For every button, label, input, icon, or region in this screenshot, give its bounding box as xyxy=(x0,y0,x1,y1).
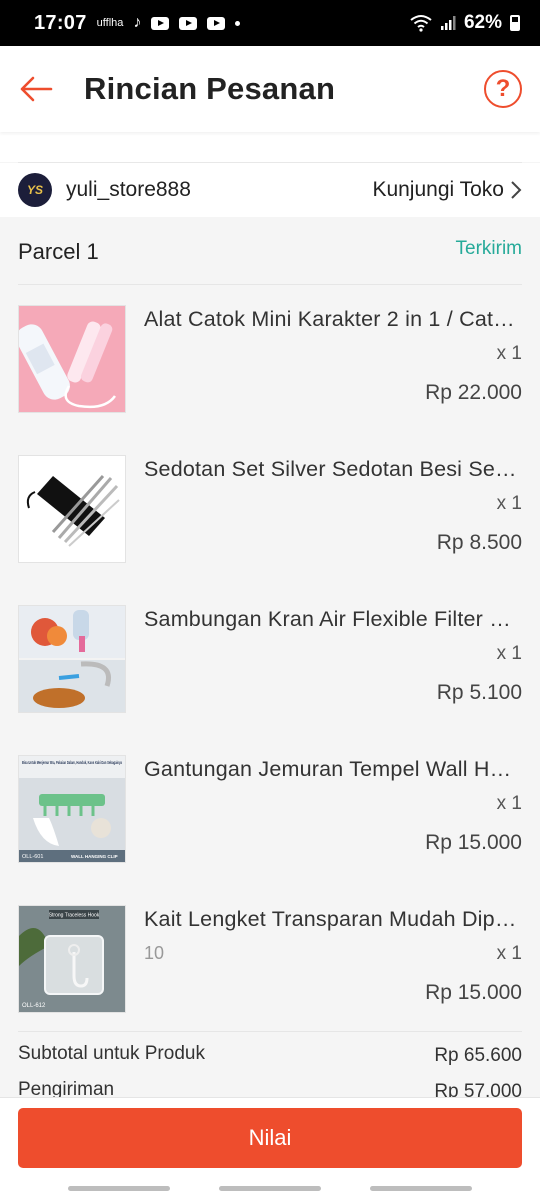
parcel-status: Terkirim xyxy=(455,238,523,259)
parcel-header: Parcel 1 Terkirim xyxy=(18,217,522,285)
visit-shop-label: Kunjungi Toko xyxy=(372,178,504,201)
status-time: 17:07 xyxy=(34,11,87,34)
subtotal-value: Rp 65.600 xyxy=(434,1045,522,1066)
youtube-icon xyxy=(151,16,170,30)
youtube-icon xyxy=(207,16,226,30)
shop-row[interactable]: YS yuli_store888 Kunjungi Toko xyxy=(0,163,540,217)
help-icon: ? xyxy=(495,75,511,102)
back-arrow-icon xyxy=(20,76,53,102)
product-price: Rp 8.500 xyxy=(436,531,522,554)
app-header: Rincian Pesanan ? xyxy=(0,46,540,132)
product-image-wall-hanger: Bisa Untuk Menjemur Bra, Pakaian Dalam, … xyxy=(18,755,126,863)
product-item[interactable]: Bisa Untuk Menjemur Bra, Pakaian Dalam, … xyxy=(18,755,522,905)
parcel-title: Parcel 1 xyxy=(18,239,99,264)
app-notification-icon: ufflha xyxy=(96,17,124,29)
product-name: Sedotan Set Silver Sedotan Besi Set Pouc… xyxy=(144,457,522,481)
rate-button[interactable]: Nilai xyxy=(18,1108,522,1168)
signal-icon xyxy=(440,16,456,30)
product-price: Rp 5.100 xyxy=(436,681,522,704)
product-quantity: x 1 xyxy=(496,343,522,364)
product-name: Gantungan Jemuran Tempel Wall Hanger Cli… xyxy=(144,757,522,781)
more-notifications-icon xyxy=(235,20,241,26)
product-quantity: x 1 xyxy=(496,643,522,664)
help-button[interactable]: ? xyxy=(484,70,522,108)
chevron-right-icon xyxy=(511,181,522,199)
product-item[interactable]: Sambungan Kran Air Flexible Filter Sarin… xyxy=(18,605,522,755)
visit-shop-link[interactable]: Kunjungi Toko xyxy=(372,178,522,202)
divider xyxy=(18,1031,522,1032)
nav-back-bar[interactable] xyxy=(370,1186,472,1191)
product-image-straw-set xyxy=(18,455,126,563)
product-item[interactable]: Strong Traceless Hook OLL-612 Kait Lengk… xyxy=(18,905,522,1055)
tiktok-icon: ♪ xyxy=(133,14,142,31)
divider xyxy=(18,162,522,163)
image-code: OLL-601 xyxy=(22,854,43,860)
product-name: Sambungan Kran Air Flexible Filter Sarin… xyxy=(144,607,522,631)
nav-recents-bar[interactable] xyxy=(68,1186,170,1191)
wifi-icon xyxy=(410,15,432,32)
page-title: Rincian Pesanan xyxy=(84,71,336,106)
product-name: Alat Catok Mini Karakter 2 in 1 / Catok … xyxy=(144,307,522,331)
product-image-hair-straightener xyxy=(18,305,126,413)
image-caption: Bisa Untuk Menjemur Bra, Pakaian Dalam, … xyxy=(22,760,122,765)
youtube-icon xyxy=(179,16,198,30)
product-quantity: x 1 xyxy=(496,793,522,814)
product-price: Rp 15.000 xyxy=(425,981,522,1004)
image-tag: WALL HANGING CLIP xyxy=(71,854,118,859)
product-image-faucet-extender xyxy=(18,605,126,713)
battery-percent: 62% xyxy=(463,12,502,33)
product-price: Rp 15.000 xyxy=(425,831,522,854)
shop-name: yuli_store888 xyxy=(66,178,191,201)
product-item[interactable]: Alat Catok Mini Karakter 2 in 1 / Catok … xyxy=(18,305,522,455)
status-bar: 17:07 ufflha ♪ 62% xyxy=(0,0,540,46)
product-quantity: x 1 xyxy=(496,493,522,514)
product-price: Rp 22.000 xyxy=(425,381,522,404)
image-code: OLL-612 xyxy=(22,1003,46,1009)
parcel-section: Parcel 1 Terkirim Alat Catok Mini Karakt… xyxy=(0,217,540,1102)
subtotal-label: Subtotal untuk Produk xyxy=(18,1043,205,1064)
image-caption: Strong Traceless Hook xyxy=(49,913,100,919)
product-quantity: x 1 xyxy=(496,943,522,964)
product-variant: 10 xyxy=(144,943,165,963)
battery-icon xyxy=(510,15,520,31)
subtotal-row: Subtotal untuk Produk Rp 65.600 xyxy=(18,1043,522,1073)
product-name: Kait Lengket Transparan Mudah Dipasang H… xyxy=(144,907,522,931)
product-item[interactable]: Sedotan Set Silver Sedotan Besi Set Pouc… xyxy=(18,455,522,605)
back-button[interactable] xyxy=(0,46,72,132)
bottom-action-bar: Nilai xyxy=(0,1097,540,1200)
product-image-adhesive-hook: Strong Traceless Hook OLL-612 xyxy=(18,905,126,1013)
shop-logo: YS xyxy=(18,173,52,207)
nav-home-bar[interactable] xyxy=(219,1186,321,1191)
